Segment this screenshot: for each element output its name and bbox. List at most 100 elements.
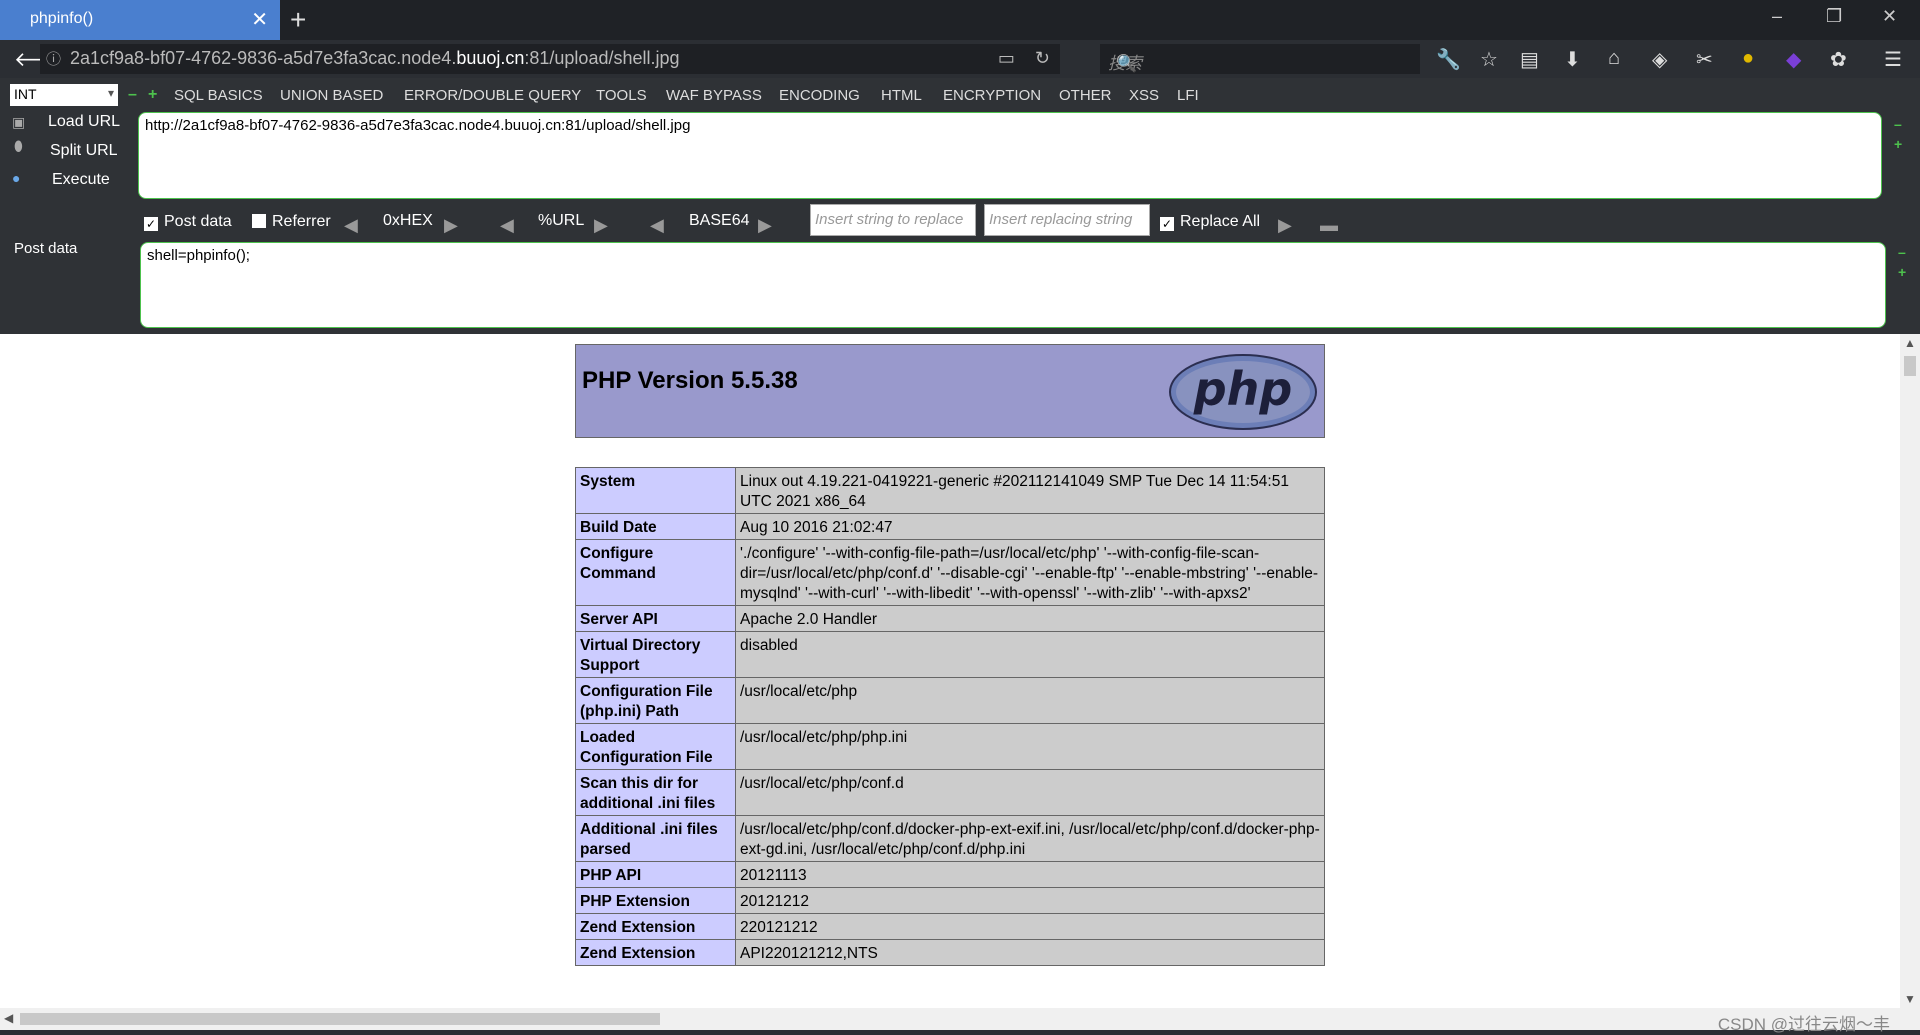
execute-button[interactable]: Execute — [52, 171, 110, 189]
scissors-icon[interactable]: ✂ — [1696, 47, 1713, 72]
post-data-label: Post data — [14, 240, 78, 257]
reader-view-icon[interactable]: ▭ — [998, 48, 1015, 68]
phpinfo-table: System Linux out 4.19.221-0419221-generic… — [575, 467, 1325, 966]
home-icon[interactable]: ⌂ — [1608, 47, 1620, 70]
split-url-button[interactable]: Split URL — [50, 142, 118, 160]
tab-title: phpinfo() — [30, 10, 94, 27]
tab-phpinfo[interactable]: phpinfo() ✕ — [0, 0, 280, 40]
tab-close-icon[interactable]: ✕ — [251, 7, 268, 32]
post-expand-icon[interactable]: + — [1898, 264, 1906, 280]
reload-icon[interactable]: ↻ — [1035, 48, 1050, 68]
table-row: Configuration File (php.ini) Path/usr/lo… — [575, 677, 1325, 724]
address-bar[interactable]: ⓘ 2a1cf9a8-bf07-4762-9836-a5d7e3fa3cac.n… — [40, 44, 1060, 74]
search-icon: 🔍 — [1116, 54, 1138, 73]
row-value: './configure' '--with-config-file-path=/… — [735, 539, 1325, 606]
replace-string-input[interactable]: Insert string to replace — [810, 204, 976, 236]
execute-icon: ● — [12, 170, 21, 186]
vertical-scrollbar[interactable]: ▲ ▼ — [1900, 334, 1920, 1008]
menu-encoding[interactable]: ENCODING — [779, 87, 860, 104]
table-row: Configure Command './configure' '--with-c… — [575, 539, 1325, 606]
clipboard-icon[interactable]: ▤ — [1520, 47, 1539, 72]
extension-circle-icon[interactable]: ● — [1742, 47, 1754, 70]
menu-html[interactable]: HTML — [881, 87, 922, 104]
horizontal-scroll-thumb[interactable] — [20, 1013, 660, 1025]
table-row: Virtual Directory Support disabled — [575, 631, 1325, 678]
referrer-checkbox[interactable]: Referrer — [252, 213, 331, 231]
menu-waf-bypass[interactable]: WAF BYPASS — [666, 87, 762, 104]
row-key: Zend Extension — [575, 913, 736, 940]
menu-other[interactable]: OTHER — [1059, 87, 1112, 104]
row-key: Zend Extension — [575, 939, 736, 966]
url-expand-icon[interactable]: + — [1894, 136, 1902, 152]
hex-decode-arrow-icon[interactable]: ◀ — [344, 215, 358, 236]
scroll-down-icon[interactable]: ▼ — [1904, 992, 1916, 1006]
horizontal-scrollbar[interactable]: ◀ CSDN @过往云烟～丰 — [0, 1008, 1920, 1034]
base64-decode-arrow-icon[interactable]: ◀ — [650, 215, 664, 236]
row-key: Server API — [575, 605, 736, 632]
scroll-up-icon[interactable]: ▲ — [1904, 336, 1916, 350]
extension-badge-icon[interactable]: ◆ — [1786, 47, 1801, 72]
svg-text:php: php — [1193, 362, 1293, 416]
hackbar-panel: INT ▾ – + SQL BASICS UNION BASED ERROR/DO… — [0, 78, 1920, 334]
load-url-button[interactable]: Load URL — [48, 113, 120, 131]
download-icon[interactable]: ⬇ — [1564, 47, 1581, 72]
type-select[interactable]: INT ▾ — [10, 84, 118, 106]
url-encode-arrow-icon[interactable]: ▶ — [594, 215, 608, 236]
menu-union-based[interactable]: UNION BASED — [280, 87, 383, 104]
search-input[interactable]: 🔍 搜索 — [1100, 44, 1420, 74]
row-value: disabled — [735, 631, 1325, 678]
post-data-checkbox[interactable]: ✓ Post data — [144, 213, 232, 231]
table-row: System Linux out 4.19.221-0419221-generic… — [575, 467, 1325, 514]
row-value: 20121113 — [735, 861, 1325, 888]
bookmark-star-icon[interactable]: ☆ — [1480, 47, 1498, 72]
row-value: /usr/local/etc/php/conf.d — [735, 769, 1325, 816]
row-key: System — [575, 467, 736, 514]
row-value: API220121212,NTS — [735, 939, 1325, 966]
menu-lfi[interactable]: LFI — [1177, 87, 1199, 104]
row-key: Build Date — [575, 513, 736, 540]
menu-error-double-query[interactable]: ERROR/DOUBLE QUERY — [404, 87, 581, 104]
menu-encryption[interactable]: ENCRYPTION — [943, 87, 1041, 104]
nav-bar: 🡐 ⓘ 2a1cf9a8-bf07-4762-9836-a5d7e3fa3cac… — [0, 40, 1920, 78]
replace-arrow-icon[interactable]: ▶ — [1278, 215, 1292, 236]
row-value: /usr/local/etc/php/conf.d/docker-php-ext… — [735, 815, 1325, 862]
row-value: /usr/local/etc/php/php.ini — [735, 723, 1325, 770]
minimize-button[interactable]: – — [1772, 6, 1782, 27]
replace-execute-icon[interactable]: ▬ — [1320, 215, 1338, 236]
url-decode-arrow-icon[interactable]: ◀ — [500, 215, 514, 236]
hex-encode-arrow-icon[interactable]: ▶ — [444, 215, 458, 236]
post-collapse-icon[interactable]: – — [1898, 244, 1906, 260]
window-close-button[interactable]: ✕ — [1882, 6, 1897, 27]
menu-icon[interactable]: ☰ — [1884, 47, 1902, 72]
row-value: Aug 10 2016 21:02:47 — [735, 513, 1325, 540]
row-key: PHP API — [575, 861, 736, 888]
row-key: Loaded Configuration File — [575, 723, 736, 770]
vertical-scroll-thumb[interactable] — [1904, 356, 1916, 376]
row-key: Configure Command — [575, 539, 736, 606]
php-logo: php — [1169, 354, 1317, 430]
url-collapse-icon[interactable]: – — [1894, 116, 1902, 132]
url-textarea[interactable]: http://2a1cf9a8-bf07-4762-9836-a5d7e3fa3… — [138, 112, 1882, 199]
palette-icon[interactable]: ✿ — [1830, 47, 1847, 72]
menu-tools[interactable]: TOOLS — [596, 87, 647, 104]
plus-icon[interactable]: + — [148, 86, 157, 104]
row-value: Linux out 4.19.221-0419221-generic #2021… — [735, 467, 1325, 514]
new-tab-button[interactable]: + — [290, 4, 306, 36]
restore-button[interactable]: ❐ — [1826, 6, 1842, 27]
base64-encode-arrow-icon[interactable]: ▶ — [758, 215, 772, 236]
replace-all-checkbox[interactable]: ✓ Replace All — [1160, 213, 1260, 231]
minus-icon[interactable]: – — [128, 86, 137, 104]
replacing-string-input[interactable]: Insert replacing string — [984, 204, 1150, 236]
base64-label: BASE64 — [689, 212, 750, 229]
load-url-icon: ▣ — [12, 114, 26, 130]
pocket-icon[interactable]: ◈ — [1652, 47, 1667, 72]
row-value: /usr/local/etc/php — [735, 677, 1325, 724]
menu-sql-basics[interactable]: SQL BASICS — [174, 87, 263, 104]
post-data-textarea[interactable]: shell=phpinfo(); — [140, 242, 1886, 328]
row-value: 220121212 — [735, 913, 1325, 940]
menu-xss[interactable]: XSS — [1129, 87, 1159, 104]
table-row: Build Date Aug 10 2016 21:02:47 — [575, 513, 1325, 540]
info-icon[interactable]: ⓘ — [46, 48, 61, 69]
scroll-left-icon[interactable]: ◀ — [4, 1011, 13, 1025]
wrench-icon[interactable]: 🔧 — [1436, 47, 1461, 72]
